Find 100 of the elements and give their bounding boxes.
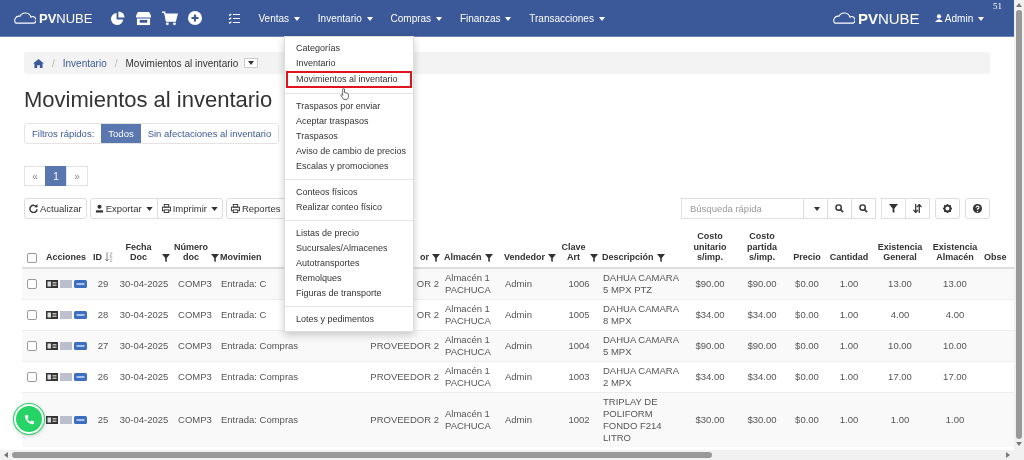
settings-button[interactable]	[935, 198, 960, 219]
table-cell: COMP3	[178, 413, 212, 425]
menu-item[interactable]: Autotransportes	[287, 256, 411, 271]
table-cell: 1.00	[839, 308, 859, 320]
filter-icon[interactable]	[211, 253, 219, 262]
previous-page-button[interactable]: «	[24, 166, 46, 186]
id-card-icon[interactable]	[46, 280, 58, 288]
toolbar-button[interactable]: Reportes	[225, 198, 286, 219]
nav-menu[interactable]: Ventas	[249, 12, 309, 24]
table-cell: Entrada: Compras	[221, 339, 299, 351]
nav-menu[interactable]: Finanzas	[450, 12, 521, 24]
menu-item[interactable]: Aviso de cambio de precios	[287, 144, 411, 159]
table-cell: 25	[97, 413, 109, 425]
row-checkbox[interactable]	[27, 279, 37, 289]
help-button[interactable]	[965, 198, 990, 219]
quick-filter-button[interactable]: Todos	[101, 124, 141, 143]
search-field[interactable]: Búsqueda rápida	[681, 198, 804, 219]
id-card-icon[interactable]	[46, 416, 58, 424]
menu-item[interactable]: Escalas y promociones	[287, 159, 411, 174]
table-cell: DAHUA CAMARA 8 MPX	[603, 302, 679, 326]
page-button[interactable]: 1	[45, 166, 67, 186]
add-icon[interactable]	[188, 11, 203, 25]
menu-item[interactable]: Figuras de transporte	[287, 286, 411, 301]
column-header: Clave Art	[560, 241, 587, 263]
next-page-button[interactable]: »	[66, 166, 88, 186]
menu-item[interactable]: Inventario	[287, 56, 411, 71]
menu-item[interactable]: Lotes y pedimentos	[287, 312, 411, 327]
advanced-search-button[interactable]	[851, 198, 876, 219]
table-cell: Admin	[505, 370, 532, 382]
filter-button[interactable]	[881, 198, 906, 219]
menu-item[interactable]: Remolques	[287, 271, 411, 286]
table-cell: 4.00	[945, 308, 965, 320]
table-cell: COMP3	[178, 277, 212, 289]
toolbar-button[interactable]: Actualizar	[24, 198, 87, 219]
checklist-icon[interactable]	[228, 12, 242, 24]
table-cell: OR 2	[416, 308, 439, 320]
row-checkbox[interactable]	[27, 310, 37, 320]
table-cell: $0.00	[795, 339, 819, 351]
cart-icon[interactable]	[162, 10, 179, 26]
table-cell: 30-04-2025	[119, 308, 169, 320]
filter-icon[interactable]	[590, 253, 598, 262]
column-header: Costo unitario s/imp.	[692, 231, 728, 263]
breadcrumb-link[interactable]: Inventario	[62, 57, 107, 69]
help-icon	[973, 204, 982, 213]
sort-button[interactable]	[905, 198, 930, 219]
id-card-icon[interactable]	[46, 311, 58, 319]
table-cell: 30-04-2025	[119, 339, 169, 351]
breadcrumb-current: Movimientos al inventario	[125, 57, 239, 69]
horizontal-scrollbar[interactable]	[0, 450, 1014, 460]
menu-item[interactable]: Aceptar traspasos	[287, 114, 411, 129]
menu-item[interactable]: Categorías	[287, 41, 411, 56]
column-header: Movimien	[220, 252, 262, 263]
column-header: or	[420, 252, 429, 263]
menu-item[interactable]: Realizar conteo físico	[287, 200, 411, 215]
user-menu[interactable]: Admin	[934, 12, 984, 24]
table-cell: 28	[97, 308, 109, 320]
table-cell: $34.00	[695, 370, 725, 382]
menu-item[interactable]: Conteos físicos	[287, 185, 411, 200]
filter-icon[interactable]	[548, 253, 556, 262]
menu-item[interactable]: Traspasos	[287, 129, 411, 144]
logo-text[interactable]: PVNUBE	[39, 10, 93, 26]
home-icon[interactable]	[33, 58, 44, 68]
toolbar-button[interactable]: Exportar	[89, 198, 158, 219]
pie-chart-icon[interactable]	[110, 10, 126, 26]
filter-icon[interactable]	[484, 253, 493, 262]
vertical-scrollbar[interactable]	[1014, 0, 1024, 460]
menu-item[interactable]: Sucursales/Almacenes	[287, 241, 411, 256]
table-cell: PROVEEDOR 2	[370, 339, 439, 351]
store-icon[interactable]	[135, 10, 153, 26]
id-card-icon[interactable]	[46, 342, 58, 350]
menu-item[interactable]: Traspasos por enviar	[287, 99, 411, 114]
breadcrumb-separator: /	[52, 57, 55, 69]
table-cell: Almacén 1 PACHUCA	[445, 302, 491, 326]
table-cell: $30.00	[747, 413, 777, 425]
row-checkbox[interactable]	[27, 372, 37, 382]
filter-icon[interactable]	[656, 253, 665, 262]
filter-icon[interactable]	[432, 253, 440, 262]
table-cell: $90.00	[695, 339, 725, 351]
search-button[interactable]	[827, 198, 852, 219]
row-checkbox[interactable]	[27, 341, 37, 351]
breadcrumb-dropdown[interactable]	[244, 58, 259, 68]
table-cell: 4.00	[890, 308, 910, 320]
select-all-checkbox[interactable]	[27, 252, 37, 263]
nav-menu[interactable]: Inventario	[308, 12, 382, 24]
table-cell: Admin	[505, 277, 532, 289]
nav-menu[interactable]: Transacciones	[520, 12, 614, 24]
sort-icon	[913, 204, 922, 213]
filter-icon[interactable]	[162, 253, 170, 262]
table-cell: $0.00	[795, 308, 819, 320]
nav-menu[interactable]: Compras	[381, 12, 451, 24]
menu-item[interactable]: Movimientos al inventario	[286, 71, 412, 88]
table-cell: 30-04-2025	[119, 370, 169, 382]
column-header: Existencia Almacén	[931, 241, 979, 263]
table-cell: 10.00	[888, 339, 912, 351]
table-cell: 17.00	[943, 370, 967, 382]
menu-item[interactable]: Listas de precio	[287, 226, 411, 241]
id-card-icon[interactable]	[46, 373, 58, 381]
print-icon	[161, 204, 171, 213]
toolbar-button[interactable]: Imprimir	[157, 198, 223, 219]
cloud-icon	[832, 12, 855, 24]
